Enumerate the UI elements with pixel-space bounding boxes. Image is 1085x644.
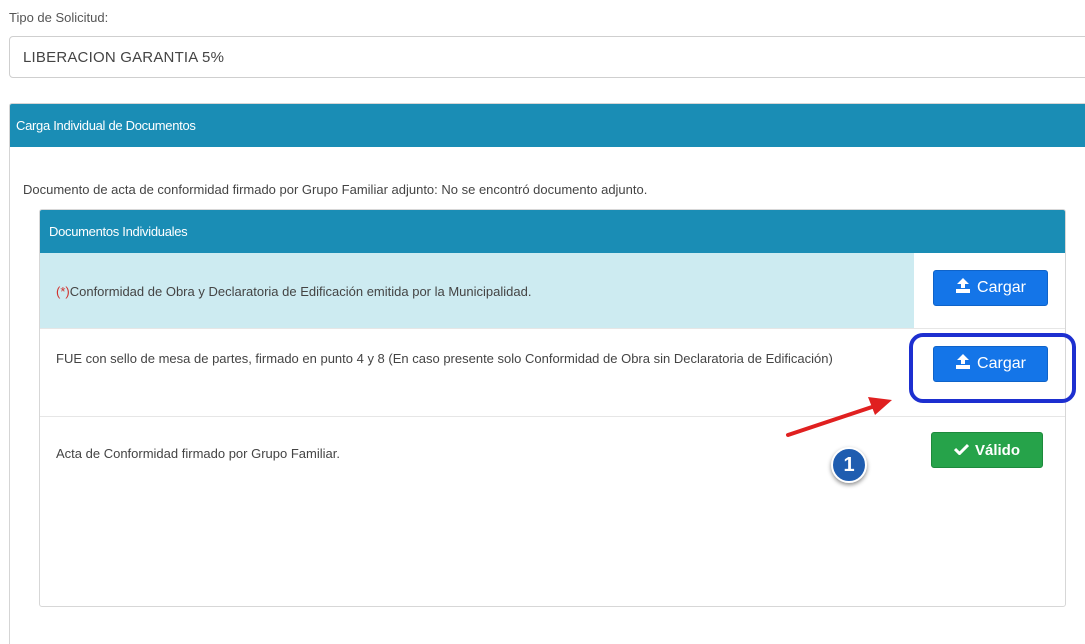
annotation-arrow-icon [786, 397, 892, 437]
required-mark: (*) [56, 284, 70, 299]
document-row-label: Acta de Conformidad firmado por Grupo Fa… [56, 446, 340, 461]
cargar-button-conformidad-obra[interactable]: Cargar [933, 270, 1048, 306]
adjunto-notice: Documento de acta de conformidad firmado… [23, 182, 648, 197]
document-row-text: (*)Conformidad de Obra y Declaratoria de… [56, 280, 896, 304]
document-row-label: Conformidad de Obra y Declaratoria de Ed… [69, 284, 532, 299]
upload-icon [955, 278, 971, 298]
carga-individual-panel-title: Carga Individual de Documentos [10, 104, 1085, 147]
document-row-conformidad-obra: (*)Conformidad de Obra y Declaratoria de… [40, 253, 1065, 328]
valido-button-acta[interactable]: Válido [931, 432, 1043, 468]
document-row-label: FUE con sello de mesa de partes, firmado… [56, 351, 833, 366]
annotation-highlight-ring [909, 333, 1076, 403]
document-row-acta-conformidad: Acta de Conformidad firmado por Grupo Fa… [40, 416, 1065, 476]
valido-button-label: Válido [974, 441, 1020, 459]
check-icon [953, 442, 970, 459]
annotation-step-badge: 1 [831, 447, 867, 483]
documentos-individuales-title: Documentos Individuales [40, 210, 1065, 253]
tipo-solicitud-field[interactable]: LIBERACION GARANTIA 5% [9, 36, 1085, 78]
cargar-button-label: Cargar [977, 279, 1026, 296]
documentos-individuales-panel: Documentos Individuales (*)Conformidad d… [39, 209, 1066, 607]
tipo-solicitud-label: Tipo de Solicitud: [9, 10, 109, 25]
